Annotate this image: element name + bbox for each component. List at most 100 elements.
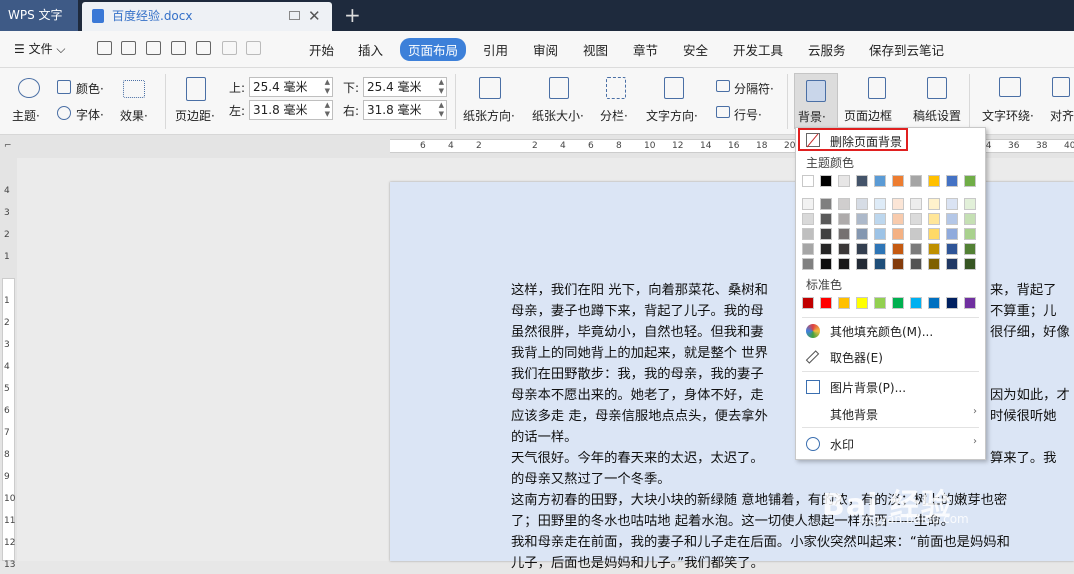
color-swatch[interactable]	[838, 175, 850, 187]
color-swatch[interactable]	[856, 228, 868, 240]
tab-page-layout[interactable]: 页面布局	[400, 38, 467, 61]
color-swatch[interactable]	[910, 213, 922, 225]
color-swatch[interactable]	[820, 297, 832, 309]
document-tab[interactable]: 百度经验.docx ✕	[82, 2, 332, 31]
color-swatch[interactable]	[928, 297, 940, 309]
color-swatch[interactable]	[964, 258, 976, 270]
color-swatch[interactable]	[964, 213, 976, 225]
redo-icon[interactable]	[246, 41, 261, 55]
background-button[interactable]: 背景·	[794, 73, 838, 129]
tab-start[interactable]: 开始	[309, 40, 334, 59]
color-swatch[interactable]	[928, 228, 940, 240]
color-swatch[interactable]	[928, 258, 940, 270]
tab-review[interactable]: 审阅	[533, 40, 558, 59]
color-swatch[interactable]	[856, 198, 868, 210]
color-swatch[interactable]	[874, 228, 886, 240]
color-swatch[interactable]	[910, 175, 922, 187]
line-number-button[interactable]: 行号·	[734, 106, 762, 123]
color-swatch[interactable]	[856, 297, 868, 309]
color-swatch[interactable]	[892, 243, 904, 255]
color-swatch[interactable]	[928, 175, 940, 187]
close-icon[interactable]: ✕	[308, 4, 321, 28]
color-swatch[interactable]	[856, 243, 868, 255]
top-margin-input[interactable]: 25.4 毫米 ▲ ▼	[249, 77, 333, 97]
color-swatch[interactable]	[964, 198, 976, 210]
color-swatch[interactable]	[910, 198, 922, 210]
color-swatch[interactable]	[856, 258, 868, 270]
color-swatch[interactable]	[802, 243, 814, 255]
color-swatch[interactable]	[874, 243, 886, 255]
color-swatch[interactable]	[802, 228, 814, 240]
left-margin-input[interactable]: 31.8 毫米 ▲ ▼	[249, 100, 333, 120]
tab-chapter[interactable]: 章节	[633, 40, 658, 59]
color-swatch[interactable]	[874, 198, 886, 210]
file-menu[interactable]: ☰ 文件 ⌵	[14, 40, 65, 57]
paper-size-button[interactable]: 纸张大小·	[532, 107, 584, 124]
color-swatch[interactable]	[946, 228, 958, 240]
color-swatch[interactable]	[892, 198, 904, 210]
picture-background-item[interactable]: 图片背景(P)...	[796, 374, 985, 400]
color-swatch[interactable]	[838, 243, 850, 255]
watermark-item[interactable]: 水印 ›	[796, 431, 985, 457]
color-swatch[interactable]	[946, 213, 958, 225]
undo-icon[interactable]	[222, 41, 237, 55]
color-swatch[interactable]	[892, 297, 904, 309]
tab-cloud[interactable]: 云服务	[808, 40, 846, 59]
color-swatch[interactable]	[964, 243, 976, 255]
color-swatch[interactable]	[928, 243, 940, 255]
font-button[interactable]: 字体·	[76, 106, 104, 123]
tab-security[interactable]: 安全	[683, 40, 708, 59]
text-direction-button[interactable]: 文字方向·	[646, 107, 698, 124]
color-swatch[interactable]	[856, 175, 868, 187]
color-swatch[interactable]	[964, 175, 976, 187]
bottom-margin-input[interactable]: 25.4 毫米 ▲ ▼	[363, 77, 447, 97]
color-swatch[interactable]	[820, 228, 832, 240]
export-pdf-icon[interactable]	[146, 41, 161, 55]
margin-button[interactable]: 页边距·	[175, 107, 215, 124]
color-swatch[interactable]	[874, 213, 886, 225]
color-swatch[interactable]	[892, 213, 904, 225]
color-swatch[interactable]	[910, 297, 922, 309]
wrap-text-button[interactable]: 文字环绕·	[982, 107, 1034, 124]
print-preview-icon[interactable]	[196, 41, 211, 55]
color-swatch[interactable]	[964, 297, 976, 309]
color-swatch[interactable]	[820, 243, 832, 255]
app-tab[interactable]: WPS 文字	[0, 0, 78, 31]
theme-button[interactable]: 主题·	[12, 107, 40, 124]
columns-button[interactable]: 分栏·	[600, 107, 628, 124]
remove-background-item[interactable]: 删除页面背景	[798, 128, 908, 151]
open-icon[interactable]	[97, 41, 112, 55]
color-swatch[interactable]	[820, 258, 832, 270]
color-swatch[interactable]	[928, 198, 940, 210]
color-swatch[interactable]	[946, 258, 958, 270]
color-swatch[interactable]	[838, 297, 850, 309]
save-icon[interactable]	[121, 41, 136, 55]
color-swatch[interactable]	[910, 228, 922, 240]
color-swatch[interactable]	[802, 175, 814, 187]
color-swatch[interactable]	[874, 297, 886, 309]
grid-paper-button[interactable]: 稿纸设置	[913, 107, 961, 124]
color-swatch[interactable]	[802, 297, 814, 309]
color-swatch[interactable]	[946, 243, 958, 255]
page-border-button[interactable]: 页面边框	[844, 107, 892, 124]
restore-icon[interactable]	[289, 11, 300, 20]
color-swatch[interactable]	[802, 198, 814, 210]
other-background-item[interactable]: 其他背景 ›	[796, 401, 985, 427]
color-swatch[interactable]	[838, 228, 850, 240]
color-swatch[interactable]	[892, 175, 904, 187]
color-swatch[interactable]	[892, 228, 904, 240]
more-fill-colors-item[interactable]: 其他填充颜色(M)...	[796, 318, 985, 344]
tab-insert[interactable]: 插入	[358, 40, 383, 59]
align-button[interactable]: 对齐	[1050, 107, 1074, 124]
color-swatch[interactable]	[802, 258, 814, 270]
color-swatch[interactable]	[964, 228, 976, 240]
tab-view[interactable]: 视图	[583, 40, 608, 59]
tab-reference[interactable]: 引用	[483, 40, 508, 59]
tab-developer[interactable]: 开发工具	[733, 40, 783, 59]
separator-button[interactable]: 分隔符·	[734, 80, 774, 97]
vertical-ruler[interactable]: 4 3 2 1 1 2 3 4 5 6 7 8 9 10 11 12 13	[0, 158, 17, 570]
color-swatch[interactable]	[838, 198, 850, 210]
color-swatch[interactable]	[928, 213, 940, 225]
color-swatch[interactable]	[856, 213, 868, 225]
right-margin-input[interactable]: 31.8 毫米 ▲ ▼	[363, 100, 447, 120]
